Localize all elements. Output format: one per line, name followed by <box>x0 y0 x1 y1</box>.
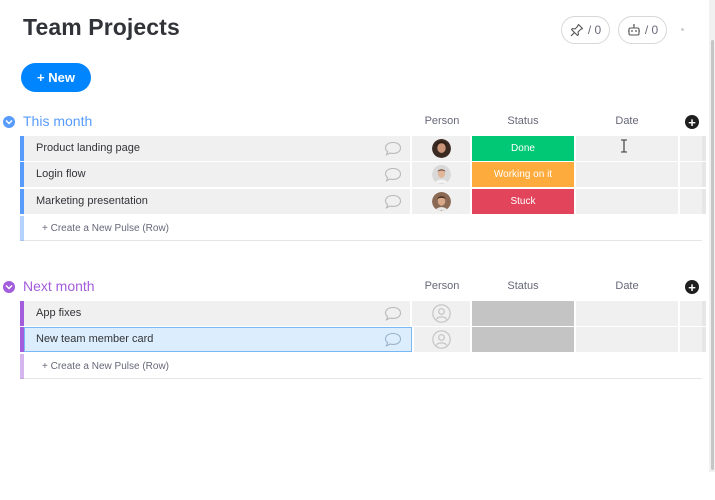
row-endcap <box>702 301 706 326</box>
status-cell[interactable] <box>472 301 574 326</box>
item-name[interactable]: New team member card <box>36 333 153 345</box>
robot-icon <box>627 24 640 36</box>
chevron-down-icon <box>5 119 13 125</box>
row-endcap <box>702 136 706 161</box>
status-cell[interactable]: Stuck <box>472 189 574 214</box>
group-color-bar <box>20 216 24 241</box>
avatar[interactable] <box>432 165 451 184</box>
item-name[interactable]: Product landing page <box>36 142 140 154</box>
table-row[interactable]: Login flow Working on it <box>20 162 706 187</box>
empty-avatar-icon[interactable] <box>432 304 451 323</box>
chevron-down-icon <box>5 284 13 290</box>
column-header-date[interactable]: Date <box>576 115 678 127</box>
extra-cell[interactable] <box>680 189 702 214</box>
row-endcap <box>702 327 706 352</box>
create-row-label[interactable]: + Create a New Pulse (Row) <box>42 361 169 372</box>
status-cell[interactable] <box>472 327 574 352</box>
row-endcap <box>702 162 706 187</box>
group-header: This month Person Status Date + <box>0 113 709 135</box>
cell-divider <box>410 162 412 187</box>
date-cell[interactable] <box>576 327 678 352</box>
automation-counter-button[interactable]: / 0 <box>618 16 667 44</box>
item-name[interactable]: Marketing presentation <box>36 195 148 207</box>
automation-counter-value: / 0 <box>644 23 659 37</box>
column-header-date[interactable]: Date <box>576 280 678 292</box>
cell-divider <box>412 327 414 352</box>
table-row[interactable]: Product landing page Done <box>20 136 706 161</box>
column-header-status[interactable]: Status <box>472 280 574 292</box>
status-cell[interactable]: Done <box>472 136 574 161</box>
text-cursor-icon <box>621 139 627 153</box>
group-collapse-button[interactable] <box>3 116 15 128</box>
column-header-person[interactable]: Person <box>420 115 464 127</box>
avatar[interactable] <box>432 192 451 211</box>
cell-divider <box>410 301 412 326</box>
create-row[interactable]: + Create a New Pulse (Row) <box>20 216 702 241</box>
column-header-person[interactable]: Person <box>420 280 464 292</box>
group-this-month: This month Person Status Date + <box>0 113 709 135</box>
create-row[interactable]: + Create a New Pulse (Row) <box>20 354 702 379</box>
new-item-button[interactable]: + New <box>21 63 91 92</box>
empty-avatar-icon[interactable] <box>432 330 451 349</box>
status-cell[interactable]: Working on it <box>472 162 574 187</box>
create-row-label[interactable]: + Create a New Pulse (Row) <box>42 223 169 234</box>
pin-counter-button[interactable]: / 0 <box>561 16 610 44</box>
date-cell[interactable] <box>576 301 678 326</box>
group-collapse-button[interactable] <box>3 281 15 293</box>
group-header: Next month Person Status Date + <box>0 278 709 300</box>
table-row[interactable]: App fixes <box>20 301 706 326</box>
item-name[interactable]: Login flow <box>36 168 86 180</box>
board-page: Team Projects / 0 / 0 + New This month P… <box>0 0 715 500</box>
group-title[interactable]: Next month <box>23 278 95 294</box>
date-cell[interactable] <box>576 189 678 214</box>
date-cell[interactable] <box>576 162 678 187</box>
table-row[interactable]: New team member card <box>20 327 706 352</box>
add-column-button[interactable]: + <box>685 280 699 294</box>
group-title[interactable]: This month <box>23 113 92 129</box>
comment-icon[interactable] <box>384 141 402 156</box>
scrollbar-thumb[interactable] <box>711 40 714 470</box>
extra-cell[interactable] <box>680 327 702 352</box>
item-name[interactable]: App fixes <box>36 307 81 319</box>
pin-counter-value: / 0 <box>587 23 602 37</box>
page-title: Team Projects <box>23 14 180 40</box>
comment-icon[interactable] <box>384 167 402 182</box>
extra-cell[interactable] <box>680 301 702 326</box>
comment-icon[interactable] <box>384 332 402 347</box>
cell-divider <box>410 136 412 161</box>
pin-icon <box>570 23 583 37</box>
comment-icon[interactable] <box>384 306 402 321</box>
column-header-status[interactable]: Status <box>472 115 574 127</box>
extra-cell[interactable] <box>680 162 702 187</box>
comment-icon[interactable] <box>384 194 402 209</box>
group-next-month: Next month Person Status Date + <box>0 278 709 300</box>
group-color-bar <box>20 354 24 379</box>
table-row[interactable]: Marketing presentation Stuck <box>20 189 706 214</box>
extra-cell[interactable] <box>680 136 702 161</box>
cell-divider <box>410 189 412 214</box>
row-endcap <box>702 189 706 214</box>
item-name-cell[interactable] <box>24 301 412 326</box>
avatar[interactable] <box>432 139 451 158</box>
add-column-button[interactable]: + <box>685 115 699 129</box>
more-menu-dot[interactable] <box>681 28 684 31</box>
